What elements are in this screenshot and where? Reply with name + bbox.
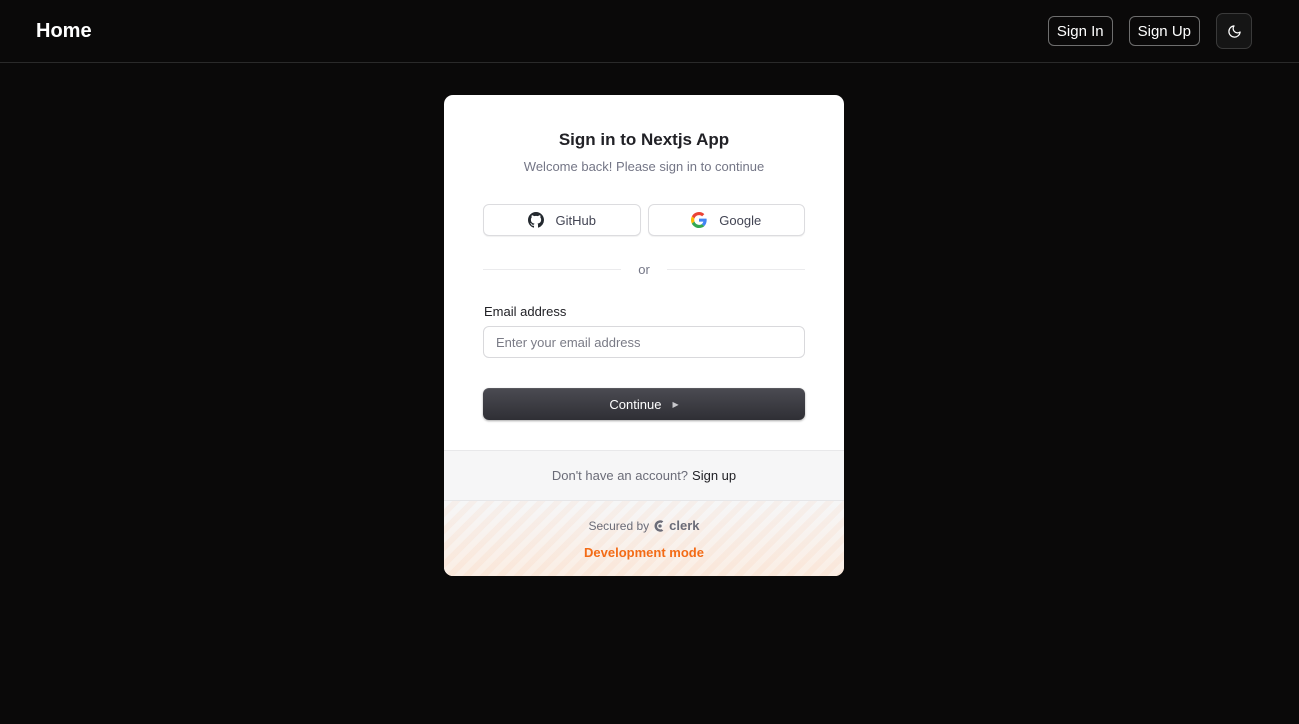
email-label: Email address (484, 304, 567, 319)
theme-toggle-button[interactable] (1216, 13, 1252, 49)
sign-in-form-section: Sign in to Nextjs App Welcome back! Plea… (444, 95, 844, 451)
google-label: Google (719, 212, 762, 228)
clerk-wordmark: clerk (669, 518, 700, 533)
home-link[interactable]: Home (36, 20, 92, 43)
clerk-logo[interactable]: clerk (653, 518, 700, 533)
secured-by-row: Secured by clerk (588, 518, 699, 533)
dev-mode-footer: Secured by clerk Development mode (444, 501, 844, 576)
email-field[interactable] (483, 326, 805, 358)
divider-text: or (638, 262, 650, 277)
clerk-logo-icon (654, 519, 664, 532)
google-login-button[interactable]: Google (647, 204, 805, 236)
nav-actions: Sign In Sign Up (1047, 13, 1252, 49)
continue-label: Continue (609, 396, 662, 412)
moon-icon (1227, 24, 1241, 38)
sign-up-link[interactable]: Sign up (692, 468, 736, 483)
signup-prompt-section: Don't have an account? Sign up (444, 451, 844, 501)
continue-button[interactable]: Continue ▶ (483, 388, 805, 420)
sign-in-card: Sign in to Nextjs App Welcome back! Plea… (444, 95, 844, 576)
sign-in-button[interactable]: Sign In (1047, 16, 1113, 46)
signup-prompt-text: Don't have an account? (551, 468, 689, 483)
divider-line-left (483, 269, 622, 270)
development-mode-label: Development mode (584, 545, 704, 560)
divider-line-right (666, 269, 805, 270)
secured-by-text: Secured by (588, 518, 650, 533)
card-subtitle: Welcome back! Please sign in to continue (523, 159, 765, 174)
top-navbar: Home Sign In Sign Up (0, 0, 1299, 63)
github-icon (527, 212, 544, 228)
social-login-row: GitHub Google (483, 204, 805, 236)
google-icon (691, 212, 707, 228)
sign-up-button[interactable]: Sign Up (1128, 16, 1200, 46)
card-title: Sign in to Nextjs App (558, 130, 730, 149)
or-divider: or (483, 262, 805, 277)
github-login-button[interactable]: GitHub (483, 204, 641, 236)
github-label: GitHub (555, 212, 596, 228)
play-arrow-icon: ▶ (672, 399, 679, 409)
